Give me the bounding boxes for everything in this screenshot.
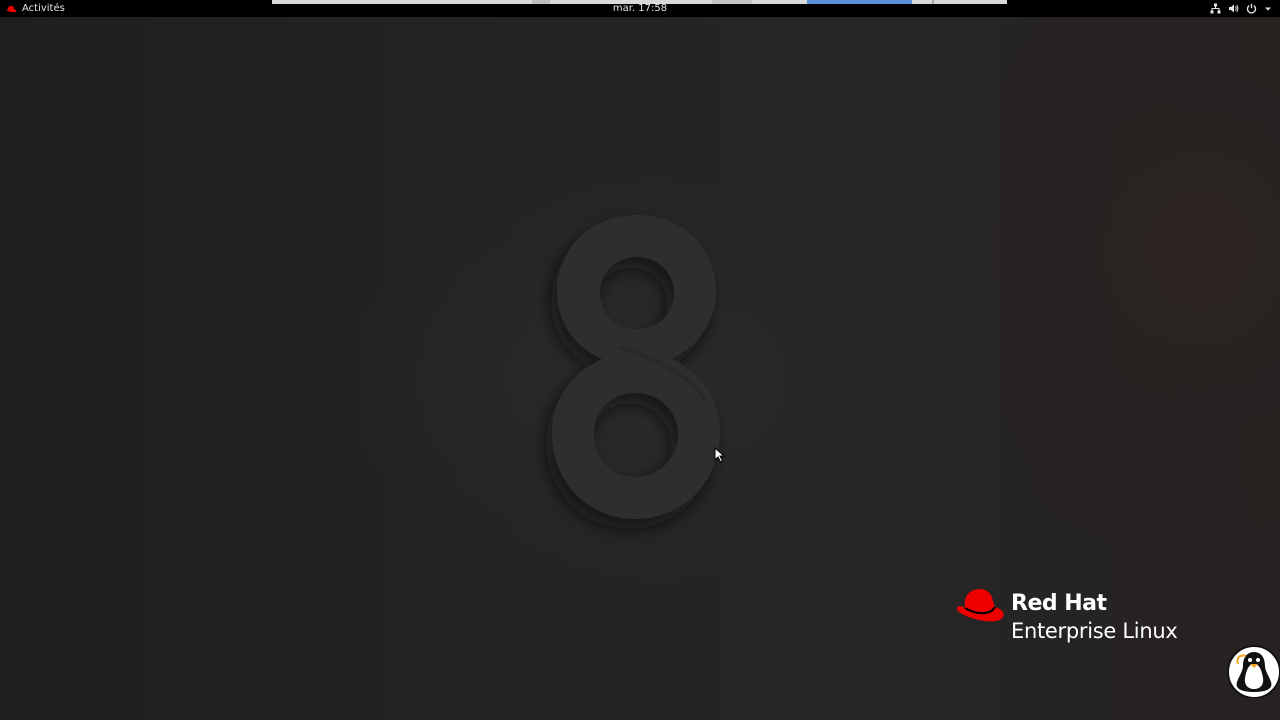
volume-icon[interactable]: [1228, 3, 1239, 14]
network-icon[interactable]: [1210, 3, 1221, 14]
clock: mar. 17:58: [0, 0, 1280, 17]
logo-line-enterprise-linux: Enterprise Linux: [1011, 619, 1178, 643]
mouse-cursor-icon: [714, 446, 726, 467]
red-hat-logo-icon: [956, 589, 1004, 622]
penguin-badge-icon: [1226, 644, 1280, 699]
wallpaper-numeral-eight: [530, 205, 750, 545]
chevron-down-icon[interactable]: [1264, 5, 1272, 13]
logo-line-red-hat: Red Hat: [1011, 591, 1107, 616]
desktop[interactable]: Activités mar. 17:58 Red Hat Enterprise …: [0, 0, 1280, 720]
top-bar: Activités mar. 17:58: [0, 0, 1280, 17]
red-hat-enterprise-linux-logo: Red Hat Enterprise Linux: [955, 585, 1215, 649]
power-icon[interactable]: [1246, 3, 1257, 14]
system-tray[interactable]: [1210, 0, 1272, 17]
clock-label[interactable]: mar. 17:58: [613, 3, 667, 14]
